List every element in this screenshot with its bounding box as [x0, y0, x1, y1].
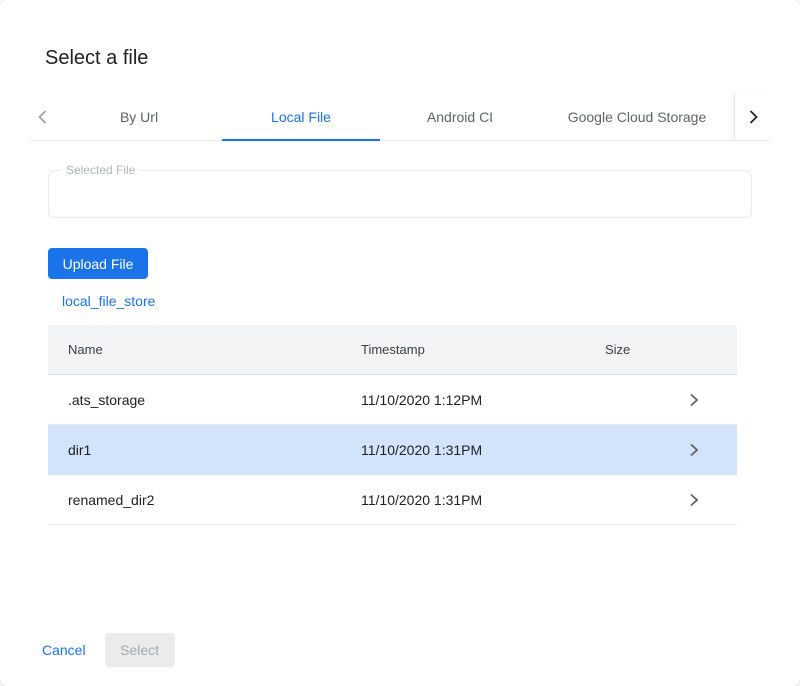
chevron-right-icon[interactable] [687, 443, 737, 457]
cancel-button[interactable]: Cancel [42, 634, 86, 666]
selected-file-field: Selected File [48, 170, 752, 218]
file-name: .ats_storage [68, 392, 361, 408]
chevron-right-icon [745, 109, 761, 125]
selected-file-input[interactable] [49, 171, 751, 217]
tab-label: Android CI [427, 109, 493, 125]
tab-list: By Url Local File Android CI Google Clou… [56, 93, 734, 140]
tab-bar: By Url Local File Android CI Google Clou… [30, 93, 770, 141]
file-table: Name Timestamp Size .ats_storage 11/10/2… [48, 325, 737, 525]
file-timestamp: 11/10/2020 1:31PM [361, 442, 605, 458]
upload-file-button[interactable]: Upload File [48, 248, 148, 279]
file-timestamp: 11/10/2020 1:12PM [361, 392, 605, 408]
local-file-store-link[interactable]: local_file_store [62, 293, 155, 309]
column-header-timestamp: Timestamp [361, 342, 605, 357]
dialog-actions: Cancel Select [42, 633, 800, 667]
file-timestamp: 11/10/2020 1:31PM [361, 492, 605, 508]
tab-local-file[interactable]: Local File [222, 93, 380, 140]
tabs-scroll-right-button[interactable] [734, 93, 770, 140]
chevron-right-icon[interactable] [687, 393, 737, 407]
tab-android-ci[interactable]: Android CI [380, 93, 540, 140]
table-header-row: Name Timestamp Size [48, 325, 737, 375]
file-name: dir1 [68, 442, 361, 458]
tabs-scroll-left-button[interactable] [30, 93, 56, 140]
chevron-left-icon [35, 109, 51, 125]
tab-label: By Url [120, 109, 158, 125]
tab-label: Google Cloud Storage [568, 109, 707, 125]
select-button[interactable]: Select [105, 633, 175, 667]
select-file-dialog: Select a file By Url Local File Android … [0, 0, 800, 686]
column-header-size: Size [605, 342, 687, 357]
file-name: renamed_dir2 [68, 492, 361, 508]
selected-file-label: Selected File [61, 163, 140, 177]
tab-label: Local File [271, 109, 331, 125]
column-header-name: Name [68, 342, 361, 357]
dialog-title: Select a file [0, 0, 800, 70]
chevron-right-icon[interactable] [687, 493, 737, 507]
tab-by-url[interactable]: By Url [56, 93, 222, 140]
table-row[interactable]: .ats_storage 11/10/2020 1:12PM [48, 375, 737, 425]
table-row-selected[interactable]: dir1 11/10/2020 1:31PM [48, 425, 737, 475]
table-row[interactable]: renamed_dir2 11/10/2020 1:31PM [48, 475, 737, 525]
tab-google-cloud-storage[interactable]: Google Cloud Storage [540, 93, 734, 140]
